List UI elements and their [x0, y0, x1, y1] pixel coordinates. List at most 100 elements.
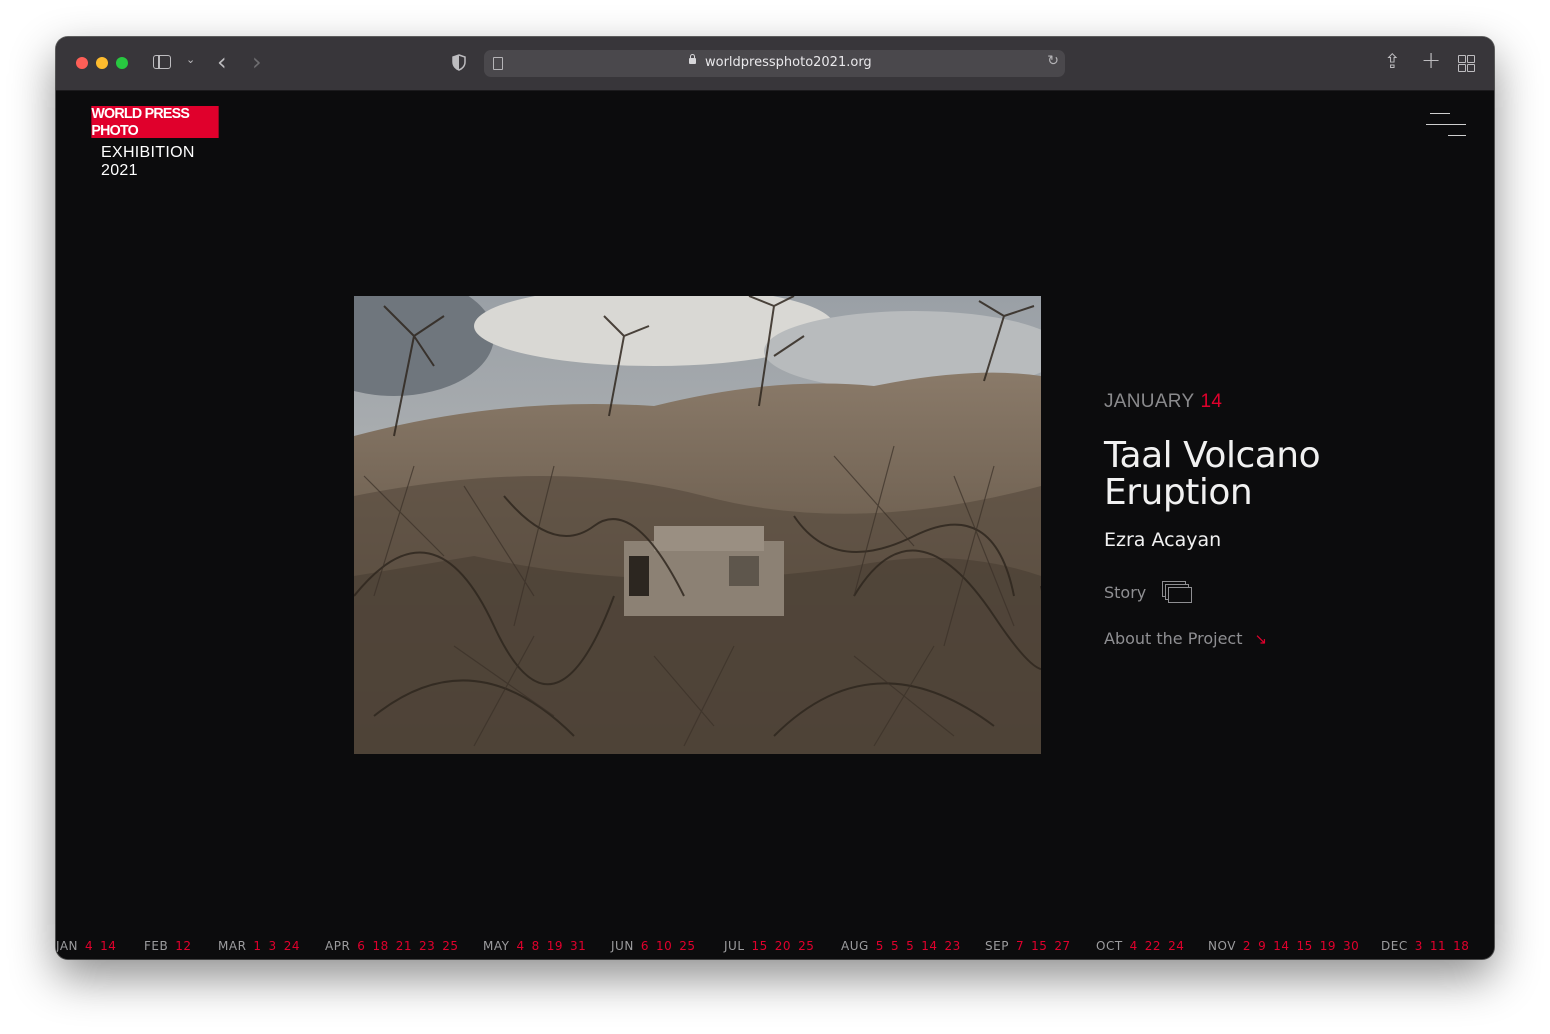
logo-subtitle: EXHIBITION 2021 — [101, 144, 195, 180]
menu-icon[interactable] — [1426, 113, 1470, 139]
timeline-day-link[interactable]: 23 — [945, 939, 961, 953]
page-content: WORLD PRESS PHOTO EXHIBITION 2021 JANUAR… — [56, 91, 1494, 959]
share-icon[interactable]: ⇪ — [1384, 49, 1401, 73]
timeline-month-jun: JUN 6 10 25 — [611, 939, 696, 953]
shield-icon[interactable] — [452, 54, 466, 71]
timeline-month-mar: MAR 1 3 24 — [218, 939, 300, 953]
timeline-day-link[interactable]: 2 — [1243, 939, 1251, 953]
timeline-day-link[interactable]: 11 — [1430, 939, 1446, 953]
timeline-day-link[interactable]: 5 — [876, 939, 884, 953]
logo[interactable]: WORLD PRESS PHOTO — [91, 105, 219, 139]
back-icon[interactable]: ‹ — [217, 48, 227, 76]
timeline-day-link[interactable]: 14 — [1273, 939, 1289, 953]
timeline-month-may: MAY 4 8 19 31 — [483, 939, 586, 953]
timeline-day-link[interactable]: 12 — [175, 939, 191, 953]
chevron-down-icon[interactable]: ⌄ — [186, 53, 195, 66]
story-label: Story — [1104, 582, 1147, 602]
timeline-day-link[interactable]: 14 — [100, 939, 116, 953]
timeline-month-label: JAN — [56, 939, 79, 953]
timeline-day-link[interactable]: 3 — [269, 939, 277, 953]
timeline-day-link[interactable]: 15 — [1296, 939, 1312, 953]
timeline-month-label: MAR — [218, 939, 247, 953]
timeline-day-link[interactable]: 19 — [547, 939, 563, 953]
feature-title: Taal Volcano Eruption — [1104, 437, 1464, 511]
timeline-day-link[interactable]: 27 — [1054, 939, 1070, 953]
feature-day: 14 — [1200, 391, 1223, 412]
timeline-day-link[interactable]: 30 — [1343, 939, 1359, 953]
timeline-day-link[interactable]: 4 — [1130, 939, 1138, 953]
timeline-day-link[interactable]: 25 — [679, 939, 695, 953]
sidebar-icon[interactable] — [153, 55, 171, 69]
feature-title-line2: Eruption — [1104, 472, 1253, 513]
timeline-day-link[interactable]: 23 — [419, 939, 435, 953]
story-link[interactable]: Story — [1104, 581, 1464, 603]
timeline-month-aug: AUG 5 5 5 14 23 — [841, 939, 961, 953]
timeline-day-link[interactable]: 18 — [372, 939, 388, 953]
timeline-month-nov: NOV 2 9 14 15 19 30 — [1208, 939, 1359, 953]
timeline-day-link[interactable]: 31 — [570, 939, 586, 953]
stack-icon — [1162, 581, 1193, 603]
timeline-day-link[interactable]: 15 — [752, 939, 768, 953]
timeline-month-label: MAY — [483, 939, 510, 953]
logo-line1: EXHIBITION — [101, 144, 195, 161]
feature-date: JANUARY 14 — [1104, 391, 1464, 413]
timeline-month-label: OCT — [1096, 939, 1123, 953]
timeline-month-oct: OCT 4 22 24 — [1096, 939, 1184, 953]
timeline-month-label: AUG — [841, 939, 869, 953]
about-label: About the Project — [1104, 629, 1243, 648]
timeline-day-link[interactable]: 8 — [532, 939, 540, 953]
plus-icon[interactable]: + — [1421, 46, 1441, 74]
feature-month: JANUARY — [1104, 391, 1195, 412]
timeline-day-link[interactable]: 5 — [906, 939, 914, 953]
feature-author: Ezra Acayan — [1104, 529, 1222, 551]
feature-title-line1: Taal Volcano — [1104, 435, 1321, 476]
timeline-day-link[interactable]: 22 — [1145, 939, 1161, 953]
timeline-month-dec: DEC 3 11 18 — [1381, 939, 1469, 953]
timeline-day-link[interactable]: 21 — [396, 939, 412, 953]
maximize-window-button[interactable] — [116, 57, 128, 69]
timeline-day-link[interactable]: 4 — [85, 939, 93, 953]
timeline-day-link[interactable]: 20 — [775, 939, 791, 953]
timeline-day-link[interactable]: 9 — [1258, 939, 1266, 953]
timeline-day-link[interactable]: 24 — [284, 939, 300, 953]
timeline-day-link[interactable]: 7 — [1016, 939, 1024, 953]
browser-toolbar: ⌄ ‹ › worldpressphoto2021.org ↻ ⇪ + — [56, 37, 1494, 91]
page-icon — [493, 57, 503, 70]
timeline-month-label: JUL — [724, 939, 745, 953]
timeline-month-label: JUN — [611, 939, 634, 953]
timeline-month-label: APR — [325, 939, 351, 953]
timeline-day-link[interactable]: 14 — [921, 939, 937, 953]
timeline-day-link[interactable]: 24 — [1168, 939, 1184, 953]
timeline-day-link[interactable]: 19 — [1320, 939, 1336, 953]
timeline-day-link[interactable]: 6 — [641, 939, 649, 953]
forward-icon[interactable]: › — [252, 48, 262, 76]
timeline-day-link[interactable]: 18 — [1453, 939, 1469, 953]
timeline-month-label: DEC — [1381, 939, 1408, 953]
timeline-day-link[interactable]: 15 — [1031, 939, 1047, 953]
logo-brand: WORLD PRESS PHOTO — [91, 105, 190, 139]
timeline-day-link[interactable]: 25 — [442, 939, 458, 953]
timeline-day-link[interactable]: 10 — [656, 939, 672, 953]
minimize-window-button[interactable] — [96, 57, 108, 69]
browser-window: ⌄ ‹ › worldpressphoto2021.org ↻ ⇪ + WORL… — [56, 37, 1494, 959]
feature-info: JANUARY 14 Taal Volcano Eruption Ezra Aca… — [1104, 391, 1464, 648]
timeline-month-jan: JAN 4 14 — [56, 939, 116, 953]
timeline-day-link[interactable]: 6 — [357, 939, 365, 953]
tab-grid-icon[interactable] — [1458, 55, 1475, 72]
address-bar[interactable]: worldpressphoto2021.org ↻ — [484, 50, 1065, 77]
reload-icon[interactable]: ↻ — [1047, 53, 1059, 69]
url-text[interactable]: worldpressphoto2021.org — [705, 55, 872, 70]
about-project-link[interactable]: About the Project ↘ — [1104, 629, 1464, 648]
timeline-day-link[interactable]: 5 — [891, 939, 899, 953]
photo-image — [354, 296, 1041, 754]
timeline-month-sep: SEP 7 15 27 — [985, 939, 1071, 953]
close-window-button[interactable] — [76, 57, 88, 69]
timeline-month-label: NOV — [1208, 939, 1236, 953]
timeline-day-link[interactable]: 3 — [1415, 939, 1423, 953]
timeline-day-link[interactable]: 1 — [253, 939, 261, 953]
timeline-day-link[interactable]: 4 — [516, 939, 524, 953]
timeline-month-jul: JUL 15 20 25 — [724, 939, 814, 953]
timeline-day-link[interactable]: 25 — [798, 939, 814, 953]
feature-photo[interactable] — [354, 296, 1041, 754]
arrow-down-right-icon: ↘ — [1254, 629, 1268, 648]
